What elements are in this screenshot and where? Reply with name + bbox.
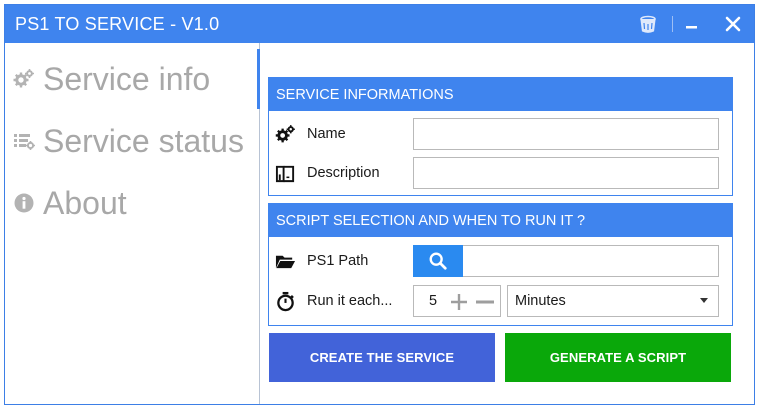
- name-label: Name: [307, 126, 346, 142]
- description-row: Description: [269, 156, 732, 190]
- interval-label: Run it each...: [307, 293, 393, 309]
- sidebar-item-label: Service status: [43, 122, 244, 159]
- minimize-icon[interactable]: [681, 13, 703, 35]
- increment-icon[interactable]: [449, 292, 469, 312]
- bucket-icon[interactable]: [637, 13, 659, 35]
- path-input[interactable]: [463, 246, 718, 276]
- create-service-button[interactable]: CREATE THE SERVICE: [269, 333, 495, 382]
- panel-header: SERVICE INFORMATIONS: [269, 78, 732, 111]
- panel-header: SCRIPT SELECTION AND WHEN TO RUN IT ?: [269, 204, 732, 237]
- close-icon[interactable]: [722, 13, 744, 35]
- sidebar-item-service-info[interactable]: Service info: [13, 57, 210, 101]
- titlebar-separator: [672, 16, 673, 32]
- active-indicator: [257, 49, 260, 109]
- book-icon: [275, 163, 296, 184]
- decrement-icon[interactable]: [475, 292, 495, 312]
- interval-value[interactable]: 5: [429, 293, 437, 309]
- interval-stepper[interactable]: 5: [413, 285, 501, 317]
- list-gear-icon: [13, 130, 35, 152]
- unit-select[interactable]: Minutes: [507, 285, 719, 317]
- unit-selected-value: Minutes: [515, 293, 566, 309]
- description-input[interactable]: [414, 158, 718, 188]
- path-row: PS1 Path: [269, 244, 732, 278]
- sidebar-item-service-status[interactable]: Service status: [13, 119, 244, 163]
- sidebar-item-about[interactable]: About: [13, 181, 127, 225]
- sidebar-item-label: Service info: [43, 60, 211, 97]
- gears-icon: [275, 124, 296, 145]
- description-field[interactable]: [413, 157, 719, 189]
- interval-row: Run it each... 5 Minutes: [269, 284, 732, 318]
- stopwatch-icon: [275, 291, 296, 312]
- gears-icon: [13, 68, 35, 90]
- script-selection-panel: SCRIPT SELECTION AND WHEN TO RUN IT ? PS…: [268, 203, 733, 326]
- chevron-down-icon: [700, 298, 708, 303]
- window-title: PS1 TO SERVICE - V1.0: [15, 14, 220, 34]
- browse-button[interactable]: [413, 245, 463, 277]
- service-info-panel: SERVICE INFORMATIONS Name Description: [268, 77, 733, 196]
- sidebar-item-label: About: [43, 184, 127, 221]
- name-field[interactable]: [413, 118, 719, 150]
- folder-open-icon: [275, 251, 296, 272]
- path-label: PS1 Path: [307, 253, 369, 269]
- path-field[interactable]: [463, 245, 719, 277]
- name-row: Name: [269, 117, 732, 151]
- sidebar: Service info Service status About: [5, 43, 260, 404]
- info-icon: [13, 192, 35, 214]
- description-label: Description: [307, 165, 380, 181]
- name-input[interactable]: [414, 119, 718, 149]
- title-bar[interactable]: PS1 TO SERVICE - V1.0: [5, 5, 754, 43]
- search-icon: [429, 252, 447, 270]
- generate-script-button[interactable]: GENERATE A SCRIPT: [505, 333, 731, 382]
